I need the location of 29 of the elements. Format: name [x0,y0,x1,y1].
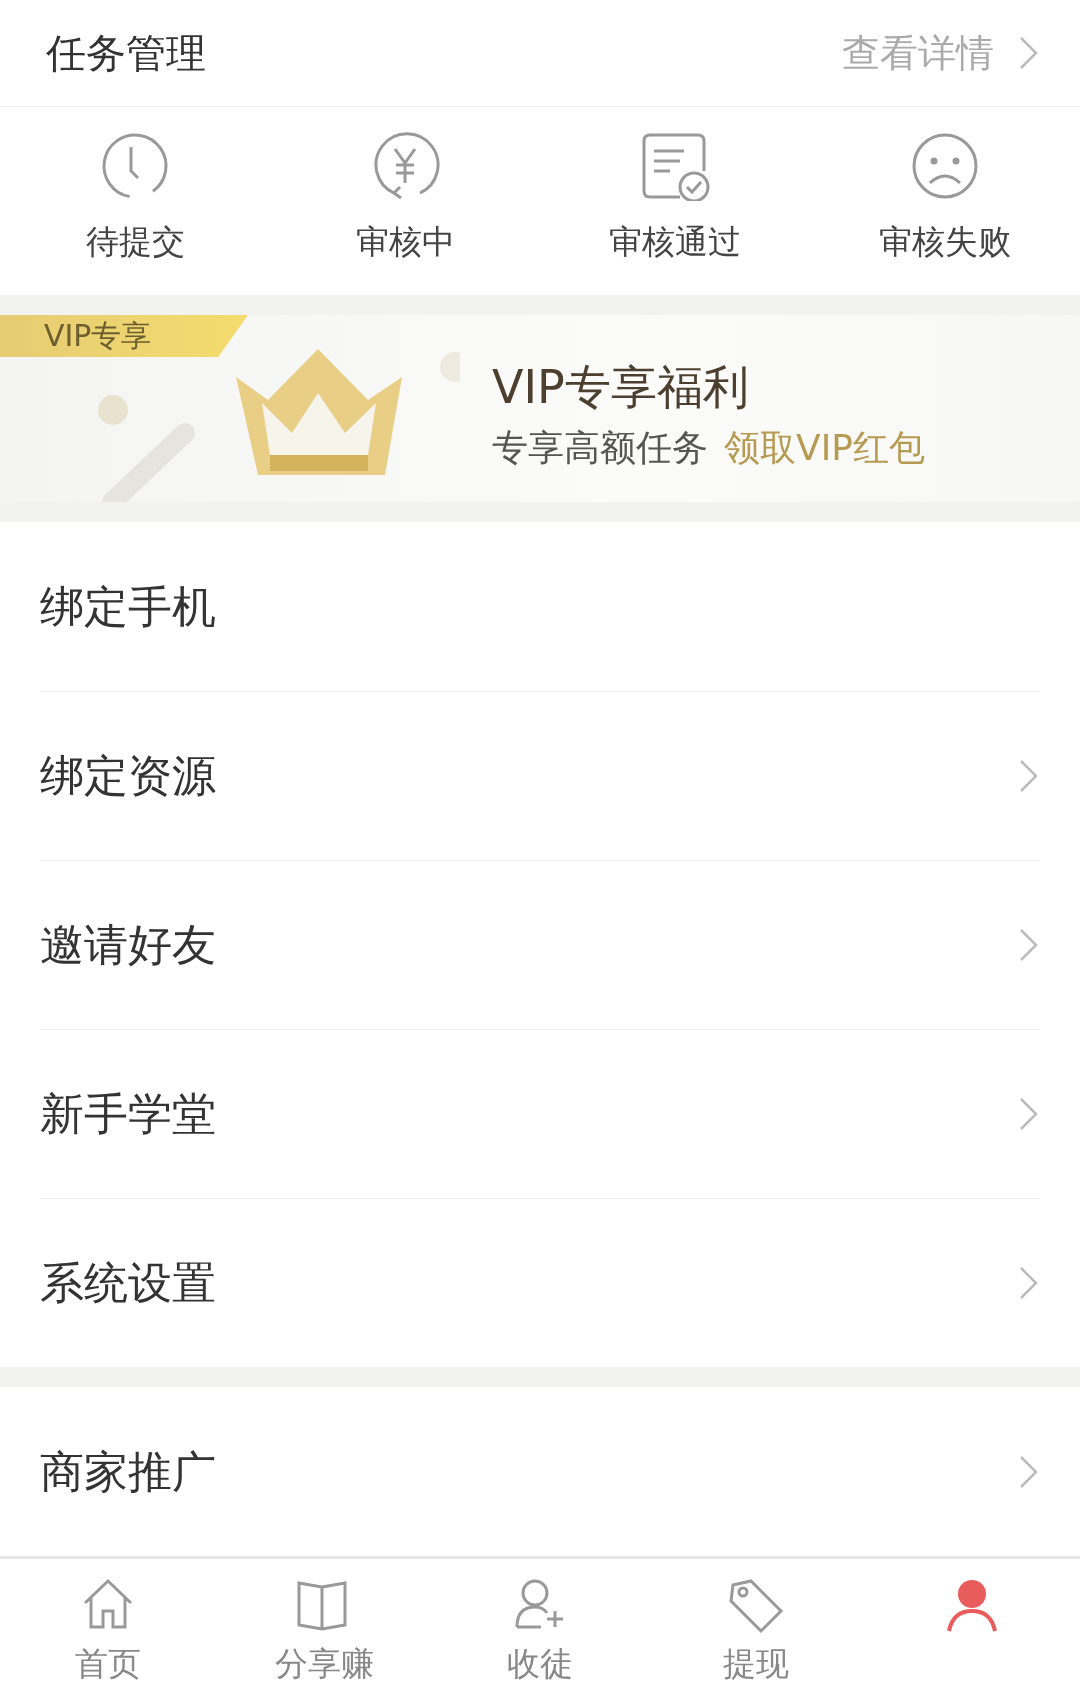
status-item[interactable]: 审核通过 [540,107,810,295]
status-item[interactable]: 审核失败 [810,107,1080,295]
menu-label: 邀请好友 [40,918,216,972]
tab-item[interactable]: 收徒 [432,1559,648,1700]
menu-item[interactable]: 新手学堂 [0,1029,1080,1198]
tab-item[interactable]: 分享赚 [216,1559,432,1700]
menu-item[interactable]: 系统设置 [0,1198,1080,1367]
vip-banner[interactable]: VIP专享 VIP专享福利 专享高额任务 领取VIP红包 [0,315,1080,502]
menu-label: 绑定手机 [40,579,216,634]
sad-face-icon [910,131,980,201]
menu-label: 商家推广 [40,1444,216,1499]
menu-item[interactable]: 绑定资源 [0,691,1080,860]
menu-label: 新手学堂 [40,1087,216,1141]
vip-tag: VIP专享 [0,315,248,357]
vip-subtitle: 专享高额任务 [492,426,708,471]
menu-item[interactable]: 邀请好友 [0,860,1080,1029]
section-title: 任务管理 [46,29,206,78]
menu-item[interactable]: 绑定手机 [0,522,1080,691]
menu-item[interactable]: 商家推广 [0,1387,1080,1556]
tab-item[interactable]: 提现 [648,1559,864,1700]
status-item[interactable]: 待提交 [0,107,270,295]
document-check-icon [640,131,710,201]
tag-icon [727,1577,785,1635]
clock-icon [100,131,170,201]
menu-label: 绑定资源 [40,749,216,803]
status-item[interactable]: 审核中 [270,107,540,295]
tab-item[interactable]: 首页 [0,1559,216,1700]
vip-title: VIP专享福利 [492,360,750,416]
menu-label: 系统设置 [40,1256,216,1310]
